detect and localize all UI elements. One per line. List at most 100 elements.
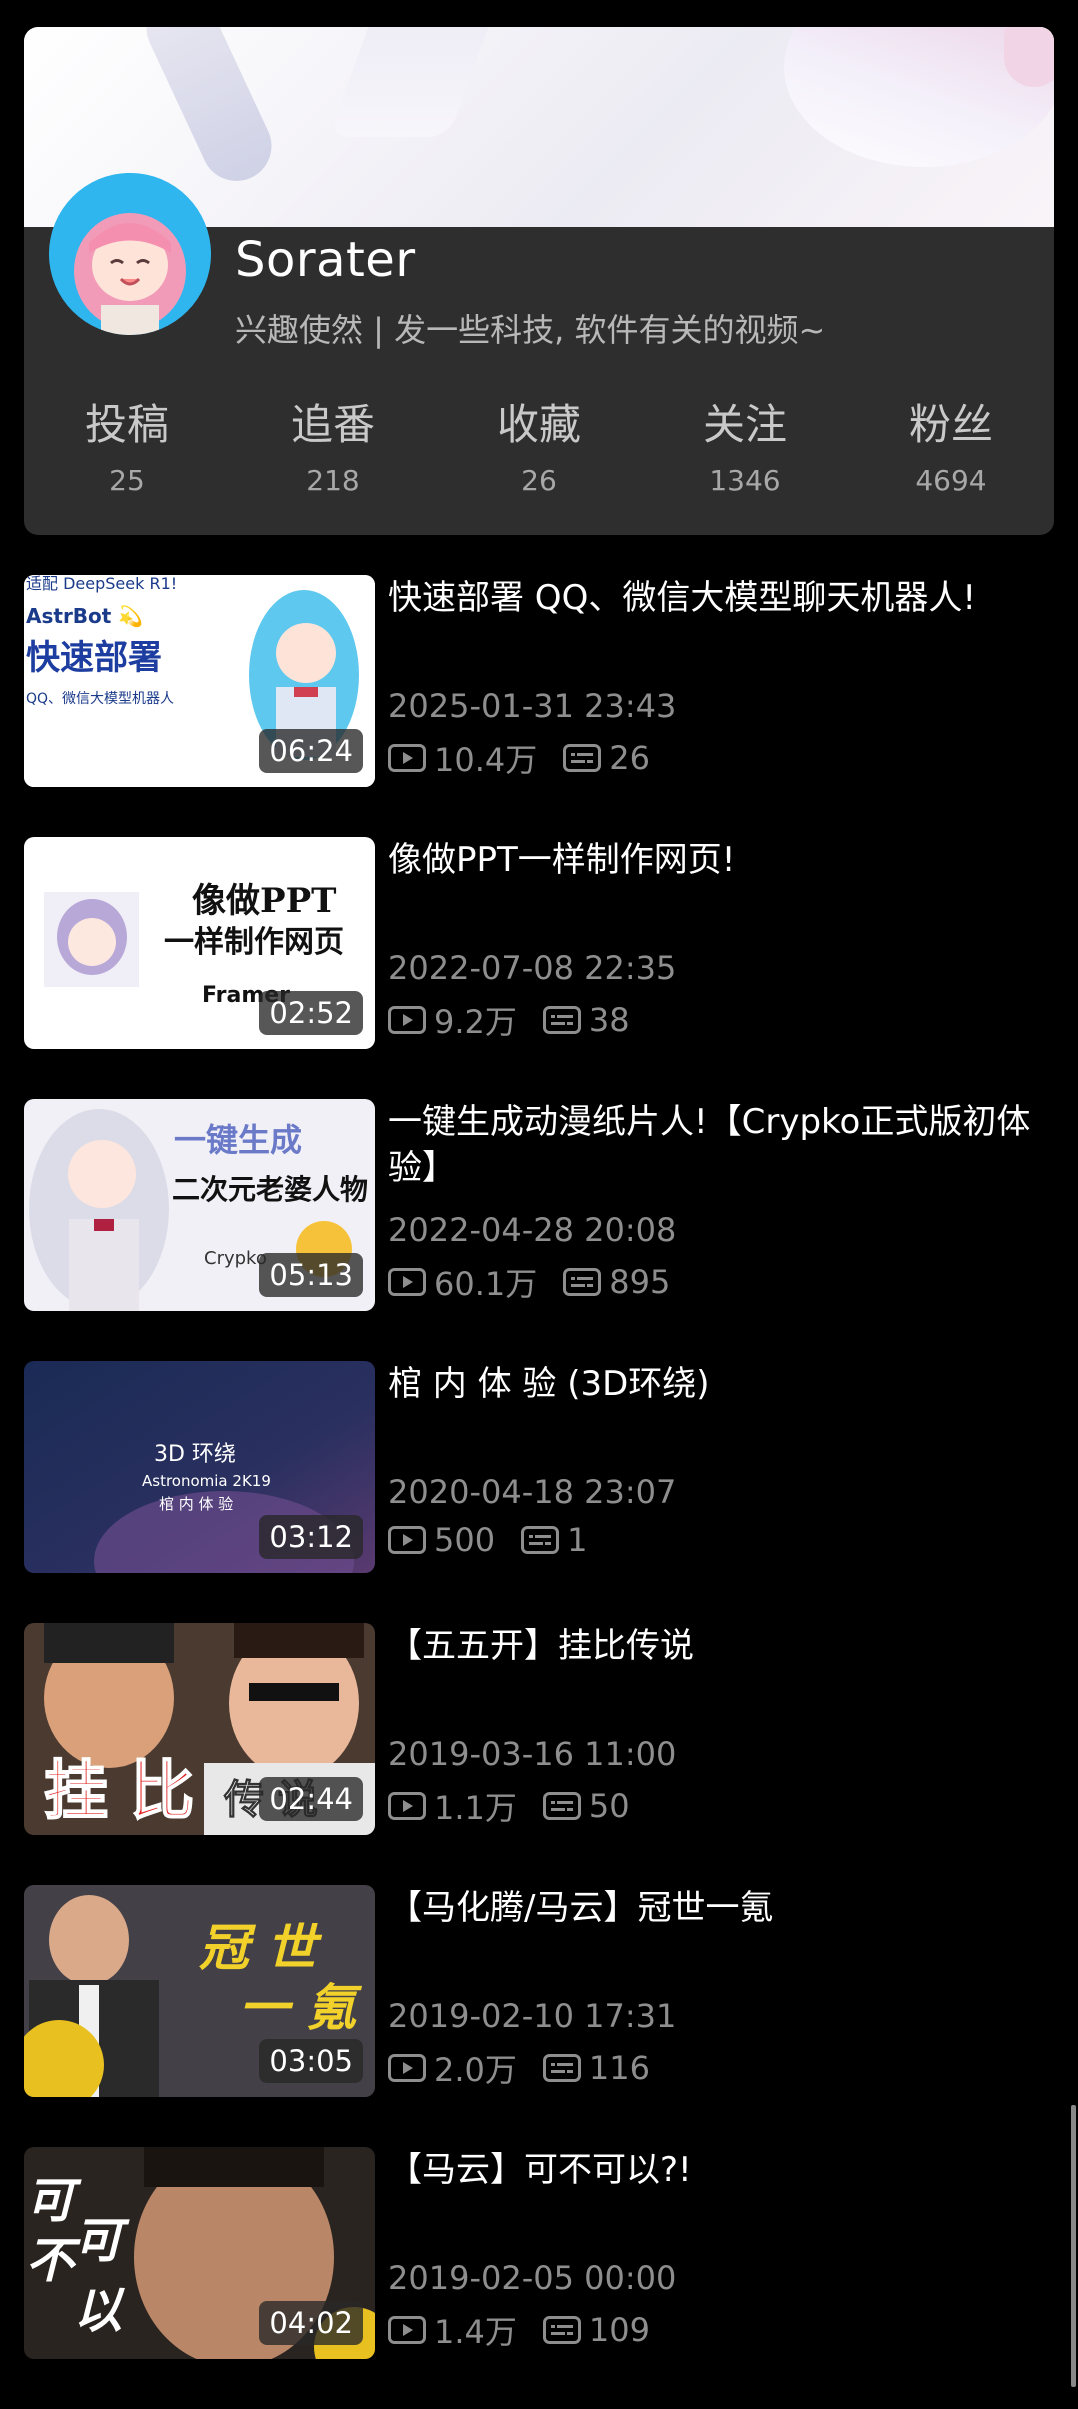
view-count: 2.0万 xyxy=(434,2051,517,2089)
danmaku-count-icon xyxy=(563,1268,602,1296)
video-item[interactable]: 冠 世 一 氪 03:05 【马化腾/马云】冠世一氪 2019-02-10 17… xyxy=(24,1885,1054,2147)
danmaku-count-icon xyxy=(542,2316,581,2344)
thumb-text: 适配 DeepSeek R1! xyxy=(26,575,177,593)
danmaku-count-icon xyxy=(542,2054,581,2082)
video-title[interactable]: 快速部署 QQ、微信大模型聊天机器人! xyxy=(388,575,1068,621)
stat-label: 收藏 xyxy=(496,400,581,449)
play-count-icon xyxy=(388,1268,426,1296)
video-date: 2019-02-10 17:31 xyxy=(388,1997,677,2035)
scrollbar[interactable] xyxy=(1071,2105,1076,2387)
video-list: 适配 DeepSeek R1! AstrBot 💫 快速部署 QQ、微信大模型机… xyxy=(24,575,1054,2409)
video-stats: 2.0万 116 xyxy=(388,2045,650,2091)
danmaku-count: 26 xyxy=(609,739,650,777)
video-stats: 9.2万 38 xyxy=(388,997,630,1043)
video-item[interactable]: 一键生成 二次元老婆人物 Crypko 05:13 一键生成动漫纸片人!【Cry… xyxy=(24,1099,1054,1361)
stat-followers[interactable]: 粉丝 4694 xyxy=(848,400,1054,510)
video-thumbnail[interactable]: 适配 DeepSeek R1! AstrBot 💫 快速部署 QQ、微信大模型机… xyxy=(24,575,375,787)
thumb-text: 棺 内 体 验 xyxy=(159,1495,233,1513)
video-thumbnail[interactable]: 3D 环绕 Astronomia 2K19 棺 内 体 验 03:12 xyxy=(24,1361,375,1573)
thumb-text: QQ、微信大模型机器人 xyxy=(26,691,174,707)
stat-value: 25 xyxy=(109,464,145,497)
stat-bangumi[interactable]: 追番 218 xyxy=(230,400,436,510)
danmaku-count-icon xyxy=(521,1526,560,1554)
stat-label: 粉丝 xyxy=(908,400,993,449)
video-duration: 03:05 xyxy=(259,2039,363,2083)
thumb-text: 冠 世 xyxy=(199,1918,322,1977)
video-stats: 500 1 xyxy=(388,1521,587,1559)
stat-following[interactable]: 关注 1346 xyxy=(642,400,848,510)
view-count: 10.4万 xyxy=(434,741,538,779)
video-duration: 05:13 xyxy=(259,1253,363,1297)
video-thumbnail[interactable]: 挂 比 传 说 02:44 xyxy=(24,1623,375,1835)
video-title[interactable]: 棺 内 体 验 (3D环绕) xyxy=(388,1361,1068,1407)
thumb-text: AstrBot 💫 xyxy=(26,604,143,629)
profile-stats: 投稿 25 追番 218 收藏 26 关注 1346 粉丝 4694 xyxy=(24,400,1054,510)
video-stats: 60.1万 895 xyxy=(388,1259,670,1305)
play-count-icon xyxy=(388,1526,426,1554)
view-count: 9.2万 xyxy=(434,1003,517,1041)
video-title[interactable]: 【马化腾/马云】冠世一氪 xyxy=(388,1885,1068,1931)
video-duration: 02:52 xyxy=(259,991,363,1035)
video-title[interactable]: 一键生成动漫纸片人!【Crypko正式版初体验】 xyxy=(388,1099,1068,1191)
thumb-text: 以 xyxy=(74,2283,125,2339)
danmaku-count: 50 xyxy=(588,1787,630,1825)
thumb-text: 可 xyxy=(74,2213,130,2269)
video-duration: 06:24 xyxy=(259,729,363,773)
video-date: 2019-02-05 00:00 xyxy=(388,2259,677,2297)
video-item[interactable]: 挂 比 传 说 02:44 【五五开】挂比传说 2019-03-16 11:00… xyxy=(24,1623,1054,1885)
profile-bio: 兴趣使然 | 发一些科技, 软件有关的视频~ xyxy=(235,311,826,349)
profile-name: Sorater xyxy=(235,232,416,288)
thumb-text: 一样制作网页 xyxy=(164,925,344,960)
video-stats: 1.1万 50 xyxy=(388,1783,630,1829)
danmaku-count: 895 xyxy=(609,1263,671,1301)
danmaku-count-icon xyxy=(542,1792,581,1820)
view-count: 500 xyxy=(434,1521,496,1559)
thumb-text: 一 氪 xyxy=(239,1978,362,2037)
stat-value: 26 xyxy=(521,464,557,497)
video-date: 2022-04-28 20:08 xyxy=(388,1211,677,1249)
view-count: 1.1万 xyxy=(434,1789,517,1827)
video-thumbnail[interactable]: 冠 世 一 氪 03:05 xyxy=(24,1885,375,2097)
play-count-icon xyxy=(388,1792,426,1820)
thumb-text: 二次元老婆人物 xyxy=(172,1173,368,1206)
play-count-icon xyxy=(388,1006,426,1034)
thumb-text: 一键生成 xyxy=(174,1121,302,1159)
video-thumbnail[interactable]: 可 不 可 以 04:02 xyxy=(24,2147,375,2359)
video-title[interactable]: 像做PPT一样制作网页! xyxy=(388,837,1068,883)
thumb-text: Astronomia 2K19 xyxy=(142,1472,271,1490)
video-item[interactable]: 可 不 可 以 04:02 【马云】可不可以?! 2019-02-05 00:0… xyxy=(24,2147,1054,2409)
stat-favorites[interactable]: 收藏 26 xyxy=(436,400,642,510)
stat-label: 追番 xyxy=(290,400,375,449)
danmaku-count: 38 xyxy=(588,1001,630,1039)
thumb-text: 3D 环绕 xyxy=(154,1442,236,1467)
video-thumbnail[interactable]: 一键生成 二次元老婆人物 Crypko 05:13 xyxy=(24,1099,375,1311)
video-title[interactable]: 【马云】可不可以?! xyxy=(388,2147,1068,2193)
video-date: 2019-03-16 11:00 xyxy=(388,1735,677,1773)
video-item[interactable]: 像做PPT 一样制作网页 Framer 02:52 像做PPT一样制作网页! 2… xyxy=(24,837,1054,1099)
play-count-icon xyxy=(388,2316,426,2344)
stat-value: 1346 xyxy=(709,464,781,497)
video-date: 2022-07-08 22:35 xyxy=(388,949,677,987)
danmaku-count-icon xyxy=(563,744,602,772)
video-item[interactable]: 适配 DeepSeek R1! AstrBot 💫 快速部署 QQ、微信大模型机… xyxy=(24,575,1054,837)
thumb-text: 挂 比 xyxy=(44,1755,194,1829)
video-date: 2020-04-18 23:07 xyxy=(388,1473,677,1511)
view-count: 60.1万 xyxy=(434,1265,538,1303)
video-date: 2025-01-31 23:43 xyxy=(388,687,677,725)
stat-label: 关注 xyxy=(702,400,787,449)
danmaku-count: 109 xyxy=(588,2311,650,2349)
avatar[interactable] xyxy=(49,173,211,335)
video-duration: 04:02 xyxy=(259,2301,363,2345)
view-count: 1.4万 xyxy=(434,2313,517,2351)
video-item[interactable]: 3D 环绕 Astronomia 2K19 棺 内 体 验 03:12 棺 内 … xyxy=(24,1361,1054,1623)
thumb-text: 不 xyxy=(26,2233,81,2289)
video-stats: 1.4万 109 xyxy=(388,2307,650,2353)
video-title[interactable]: 【五五开】挂比传说 xyxy=(388,1623,1068,1669)
stat-value: 4694 xyxy=(915,464,987,497)
danmaku-count-icon xyxy=(542,1006,581,1034)
video-stats: 10.4万 26 xyxy=(388,735,650,781)
video-thumbnail[interactable]: 像做PPT 一样制作网页 Framer 02:52 xyxy=(24,837,375,1049)
stat-posts[interactable]: 投稿 25 xyxy=(24,400,230,510)
play-count-icon xyxy=(388,2054,426,2082)
video-duration: 02:44 xyxy=(259,1777,363,1821)
